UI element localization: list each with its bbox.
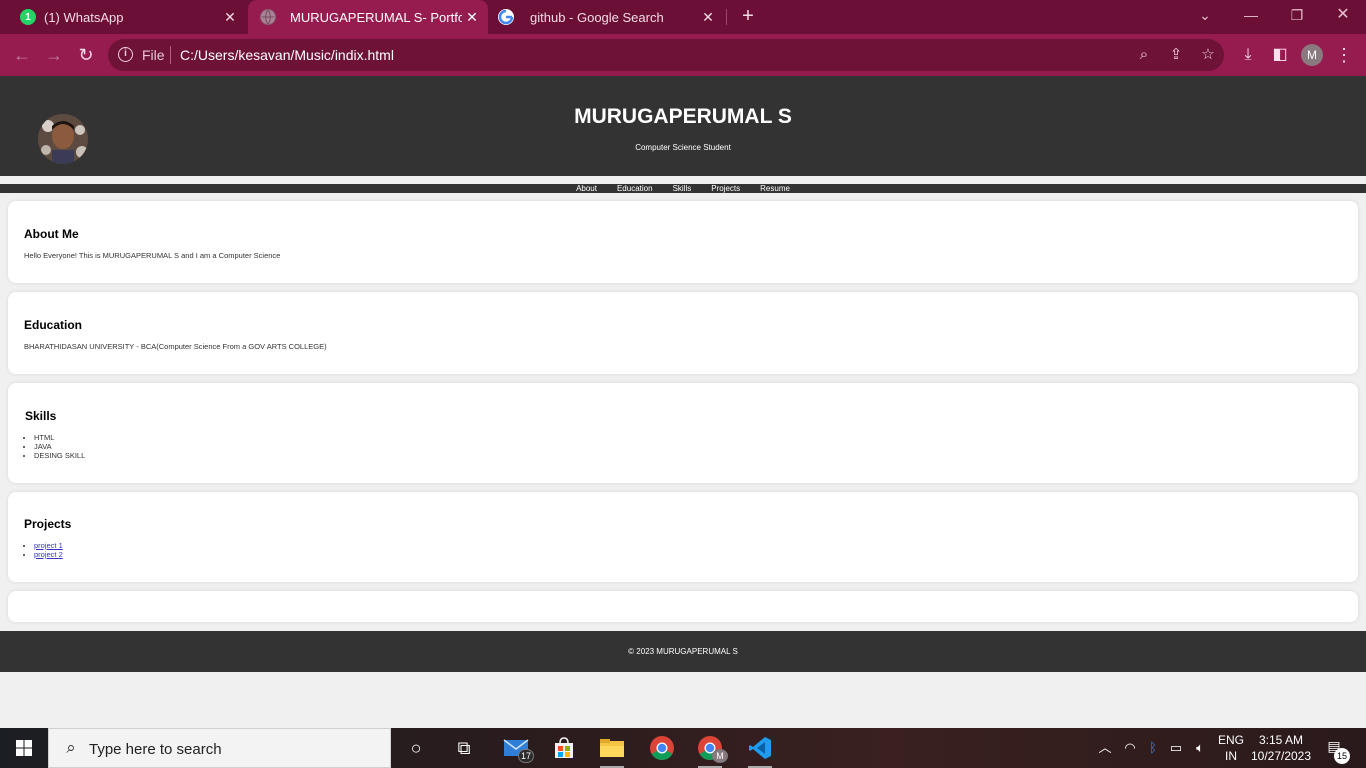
reload-icon[interactable]: ↻: [74, 43, 98, 67]
back-arrow-icon[interactable]: ←: [10, 43, 34, 67]
skill-item: HTML: [34, 433, 85, 442]
scheme-label: File: [142, 47, 165, 63]
tab-google-search[interactable]: github - Google Search ✕: [488, 0, 724, 34]
education-text: BHARATHIDASAN UNIVERSITY - BCA(Computer …: [24, 342, 327, 351]
task-view-icon[interactable]: ⧉: [444, 732, 484, 764]
notification-center-icon[interactable]: ▤ 15: [1322, 738, 1350, 764]
search-placeholder: Type here to search: [89, 741, 222, 758]
profile-avatar[interactable]: M: [1301, 44, 1323, 66]
tab-divider: [726, 9, 727, 25]
taskbar-search-box[interactable]: ⌕ Type here to search: [48, 728, 391, 768]
url-text[interactable]: C:/Users/kesavan/Music/indix.html: [180, 47, 394, 63]
tab-title: github - Google Search: [530, 9, 664, 25]
skill-item: JAVA: [34, 442, 85, 451]
site-header: MURUGAPERUMAL S Computer Science Student: [0, 76, 1366, 176]
whatsapp-icon: 1: [20, 9, 36, 25]
address-divider: [170, 46, 171, 64]
site-footer: © 2023 MURUGAPERUMAL S: [0, 631, 1366, 672]
web-page: MURUGAPERUMAL S Computer Science Student…: [0, 76, 1366, 728]
language-indicator[interactable]: ENG IN: [1218, 732, 1244, 764]
new-tab-button[interactable]: +: [736, 5, 760, 29]
clock-date: 10/27/2023: [1250, 749, 1312, 763]
address-bar[interactable]: i File C:/Users/kesavan/Music/indix.html…: [108, 39, 1224, 71]
bluetooth-icon[interactable]: ᛒ: [1142, 738, 1164, 758]
forward-arrow-icon[interactable]: →: [42, 43, 66, 67]
nav-link-projects[interactable]: Projects: [711, 184, 740, 193]
show-hidden-icons-chevron-icon[interactable]: ︿: [1094, 738, 1116, 758]
project-item: project 1: [34, 541, 63, 550]
minimize-icon[interactable]: —: [1228, 0, 1274, 34]
clock-time: 3:15 AM: [1258, 733, 1304, 747]
tab-close-icon[interactable]: ✕: [462, 9, 482, 26]
chrome-profile-badge: M: [712, 749, 728, 763]
battery-icon[interactable]: ▭: [1165, 738, 1187, 758]
start-button[interactable]: [0, 728, 48, 768]
vscode-app-icon[interactable]: [740, 732, 780, 768]
skills-list: HTML JAVA DESING SKILL: [34, 433, 85, 460]
tab-close-icon[interactable]: ✕: [698, 9, 718, 26]
close-window-icon[interactable]: ✕: [1320, 0, 1366, 34]
store-app-icon[interactable]: [544, 732, 584, 764]
nav-link-skills[interactable]: Skills: [673, 184, 692, 193]
globe-icon: [260, 9, 276, 25]
resume-section: [8, 591, 1358, 622]
chrome-profile-app-icon[interactable]: M: [690, 732, 730, 768]
tab-search-chevron-icon[interactable]: ⌄: [1182, 0, 1228, 34]
nav-link-resume[interactable]: Resume: [760, 184, 790, 193]
site-subtitle: Computer Science Student: [635, 143, 731, 152]
site-title: MURUGAPERUMAL S: [574, 105, 792, 128]
share-icon[interactable]: ⇪: [1166, 45, 1186, 65]
google-icon: [498, 9, 514, 25]
chrome-app-icon[interactable]: [642, 732, 682, 764]
restore-icon[interactable]: ❐: [1274, 0, 1320, 34]
projects-heading: Projects: [24, 517, 72, 531]
region-code: IN: [1225, 749, 1237, 763]
skills-heading: Skills: [25, 409, 57, 423]
browser-tab-strip: 1 (1) WhatsApp ✕ MURUGAPERUMAL S- Portfo…: [0, 0, 1366, 34]
skills-section: Skills HTML JAVA DESING SKILL: [8, 383, 1358, 483]
language-code: ENG: [1218, 733, 1245, 747]
skill-item: DESING SKILL: [34, 451, 85, 460]
site-nav: About Education Skills Projects Resume: [0, 184, 1366, 193]
project-link[interactable]: project 1: [34, 541, 63, 550]
education-section: Education BHARATHIDASAN UNIVERSITY - BCA…: [8, 292, 1358, 374]
mail-badge: 17: [517, 749, 534, 763]
wifi-icon[interactable]: ◠: [1119, 738, 1141, 758]
education-heading: Education: [24, 318, 83, 332]
system-clock[interactable]: 3:15 AM 10/27/2023: [1250, 732, 1312, 764]
project-item: project 2: [34, 550, 63, 559]
tab-title: (1) WhatsApp: [44, 9, 124, 25]
about-heading: About Me: [24, 227, 79, 241]
tab-close-icon[interactable]: ✕: [220, 9, 240, 26]
projects-section: Projects project 1 project 2: [8, 492, 1358, 582]
mail-app-icon[interactable]: 17: [496, 732, 536, 764]
search-icon: ⌕: [66, 738, 76, 757]
tab-whatsapp[interactable]: 1 (1) WhatsApp ✕: [0, 0, 246, 34]
tab-title: MURUGAPERUMAL S- Portfolio: [290, 9, 462, 25]
browser-toolbar: ← → ↻ i File C:/Users/kesavan/Music/indi…: [0, 34, 1366, 76]
projects-list: project 1 project 2: [34, 541, 63, 559]
menu-kebab-icon[interactable]: ⋮: [1333, 44, 1355, 66]
windows-taskbar: ⌕ Type here to search ○ ⧉ 17 M ︿ ◠ ᛒ ▭ 🔈…: [0, 728, 1366, 768]
side-panel-icon[interactable]: ◧: [1269, 44, 1291, 66]
download-icon[interactable]: ⤓: [1237, 44, 1259, 66]
about-section: About Me Hello Everyone! This is MURUGAP…: [8, 201, 1358, 283]
cortana-icon[interactable]: ○: [396, 732, 436, 764]
notification-count-badge: 15: [1334, 748, 1350, 764]
tab-portfolio[interactable]: MURUGAPERUMAL S- Portfolio ✕: [248, 0, 488, 34]
bookmark-star-icon[interactable]: ☆: [1198, 45, 1218, 65]
file-explorer-icon[interactable]: [592, 732, 632, 768]
nav-link-about[interactable]: About: [576, 184, 597, 193]
zoom-icon[interactable]: ⌕: [1134, 45, 1154, 65]
windows-logo-icon: [16, 740, 32, 756]
project-link[interactable]: project 2: [34, 550, 63, 559]
info-icon[interactable]: i: [118, 47, 133, 62]
nav-link-education[interactable]: Education: [617, 184, 653, 193]
volume-icon[interactable]: 🔈︎: [1189, 738, 1211, 758]
about-text: Hello Everyone! This is MURUGAPERUMAL S …: [24, 251, 281, 260]
